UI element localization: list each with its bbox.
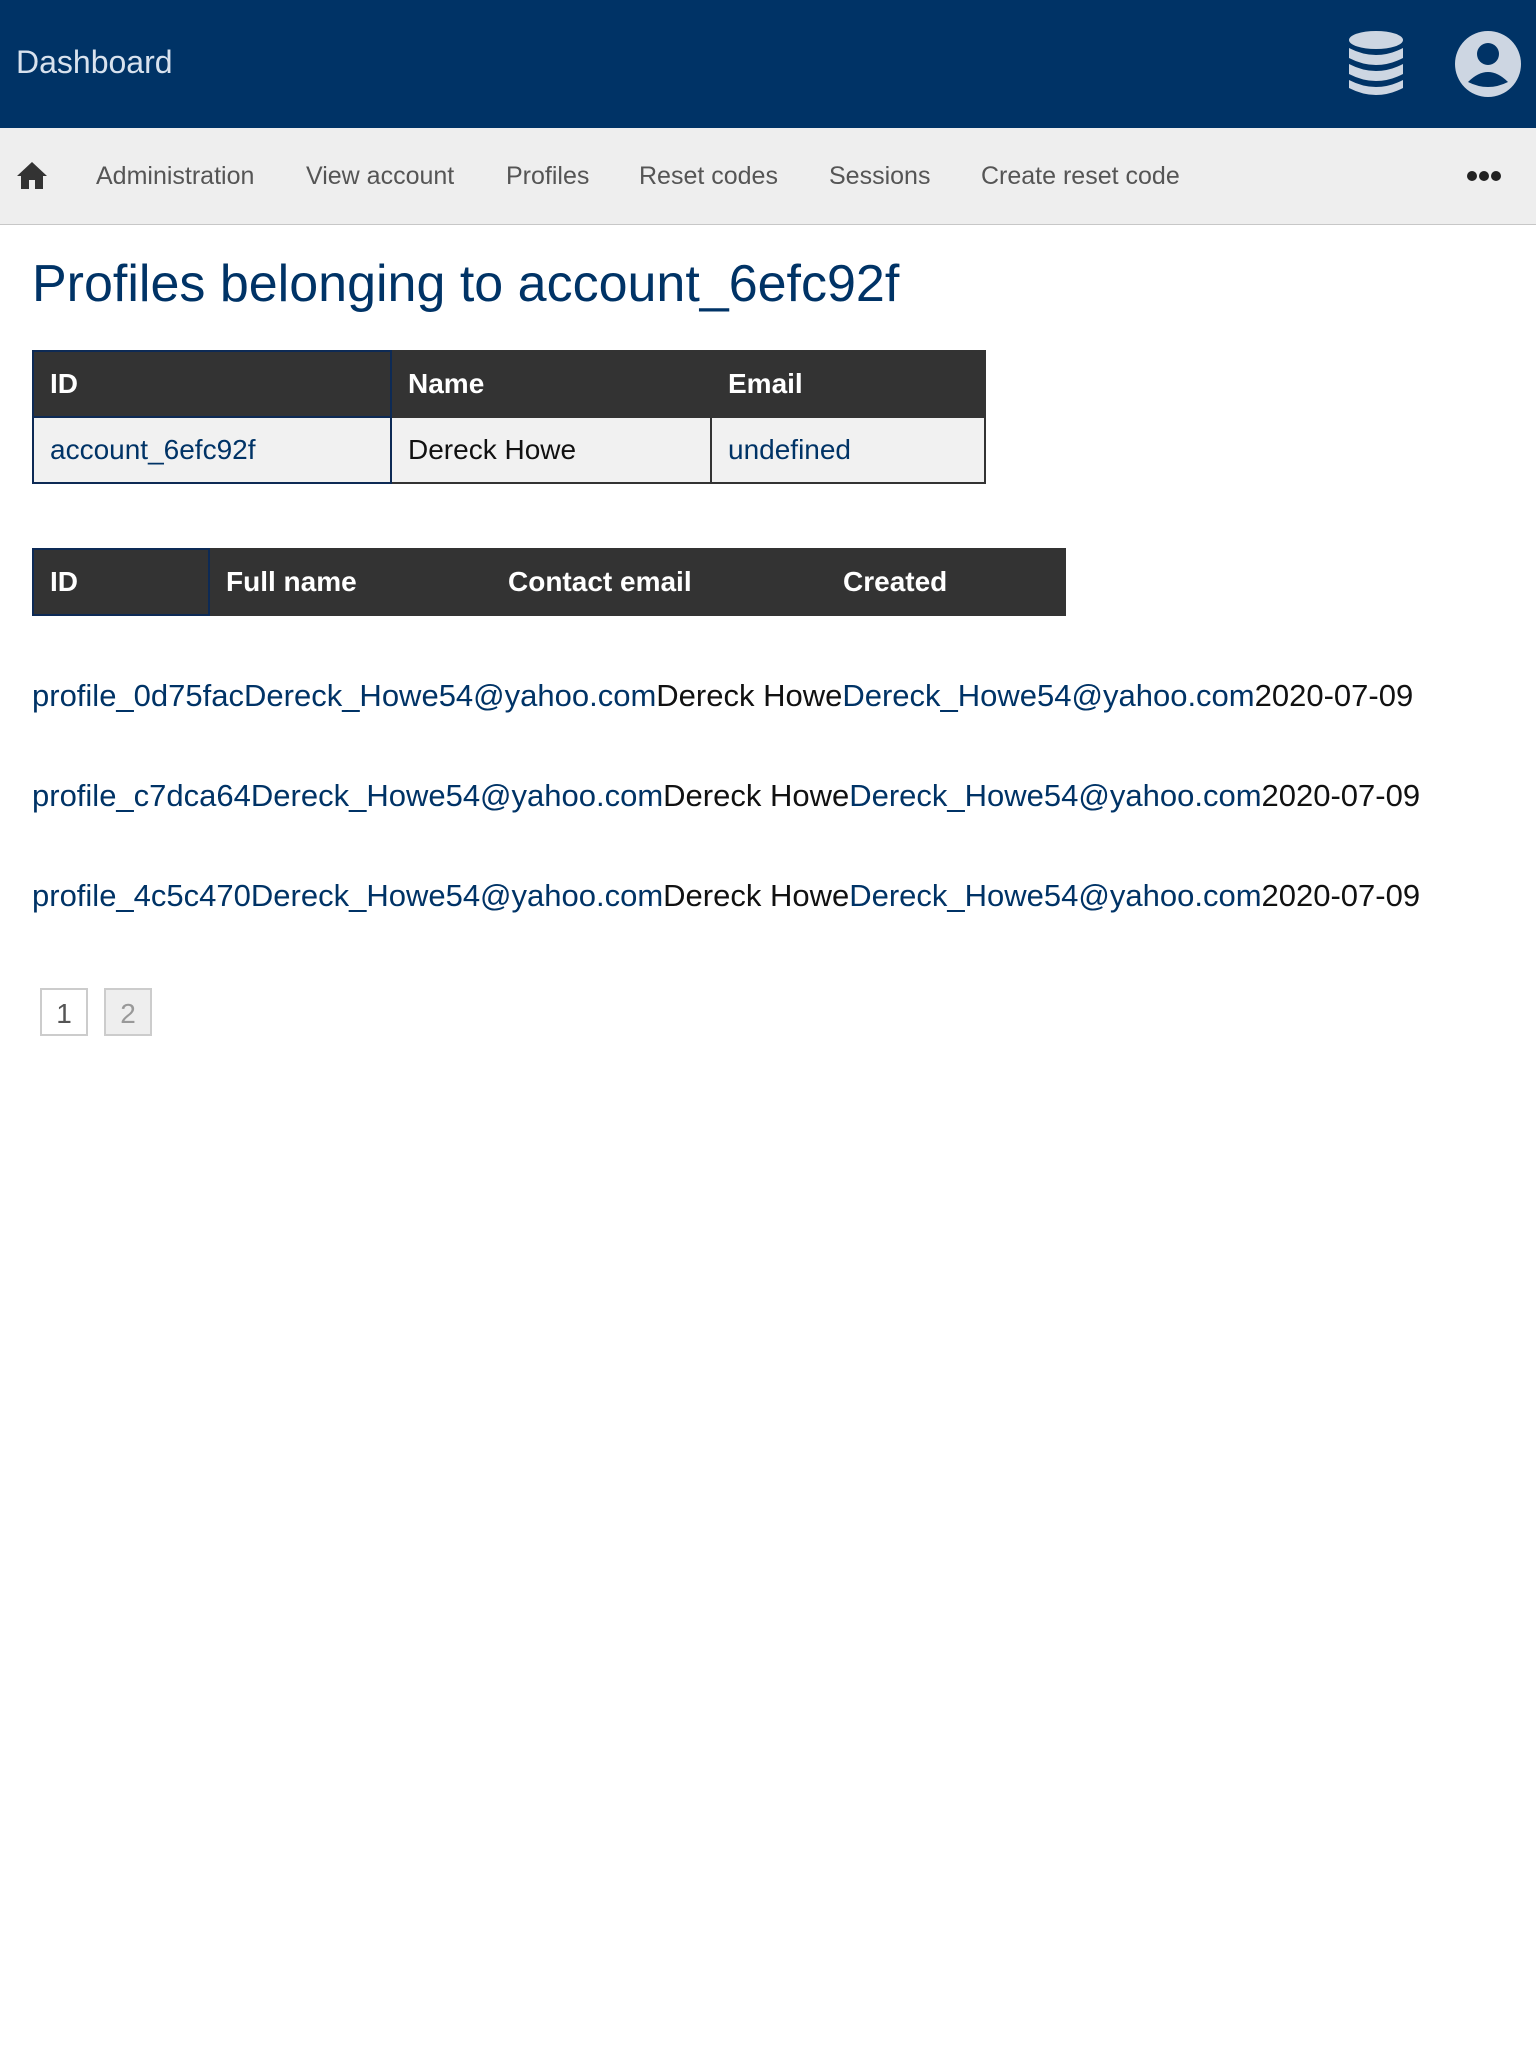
column-header-full-name: Full name bbox=[208, 548, 492, 616]
pagination: 12 bbox=[40, 988, 168, 1036]
page-button-1[interactable]: 1 bbox=[40, 988, 88, 1036]
nav-item-create-reset-code[interactable]: Create reset code bbox=[981, 128, 1180, 224]
profiles-table: ID Full name Contact email Created bbox=[32, 548, 1066, 616]
profile-email-link[interactable]: Dereck_Howe54@yahoo.com bbox=[244, 678, 656, 713]
column-header-contact-email: Contact email bbox=[490, 548, 827, 616]
page-title: Profiles belonging to account_6efc92f bbox=[32, 255, 900, 313]
profile-row: profile_4c5c470Dereck_Howe54@yahoo.comDe… bbox=[32, 876, 1420, 916]
home-icon[interactable] bbox=[16, 160, 48, 190]
column-header-id: ID bbox=[32, 350, 392, 418]
top-header: Dashboard bbox=[0, 0, 1536, 128]
column-header-id: ID bbox=[32, 548, 210, 616]
dashboard-title[interactable]: Dashboard bbox=[16, 0, 173, 124]
nav-item-reset-codes[interactable]: Reset codes bbox=[639, 128, 778, 224]
profile-row: profile_c7dca64Dereck_Howe54@yahoo.comDe… bbox=[32, 776, 1420, 816]
profile-contact-email-link[interactable]: Dereck_Howe54@yahoo.com bbox=[842, 678, 1254, 713]
profile-full-name: Dereck Howe bbox=[656, 678, 843, 713]
account-table: ID Name Email account_6efc92f Dereck How… bbox=[32, 350, 986, 484]
profile-full-name: Dereck Howe bbox=[663, 778, 850, 813]
profile-email-link[interactable]: Dereck_Howe54@yahoo.com bbox=[251, 778, 663, 813]
column-header-name: Name bbox=[390, 350, 712, 418]
database-icon[interactable] bbox=[1346, 30, 1406, 98]
profile-id-link[interactable]: profile_c7dca64 bbox=[32, 778, 251, 813]
column-header-created: Created bbox=[825, 548, 1066, 616]
nav-bar: Administration View account Profiles Res… bbox=[0, 128, 1536, 225]
profile-email-link[interactable]: Dereck_Howe54@yahoo.com bbox=[251, 878, 663, 913]
nav-item-administration[interactable]: Administration bbox=[96, 128, 254, 224]
profile-created-date: 2020-07-09 bbox=[1254, 678, 1414, 713]
profile-created-date: 2020-07-09 bbox=[1261, 778, 1421, 813]
profile-row: profile_0d75facDereck_Howe54@yahoo.comDe… bbox=[32, 676, 1413, 716]
page-button-2[interactable]: 2 bbox=[104, 988, 152, 1036]
profile-created-date: 2020-07-09 bbox=[1261, 878, 1421, 913]
nav-item-view-account[interactable]: View account bbox=[306, 128, 454, 224]
profile-full-name: Dereck Howe bbox=[663, 878, 850, 913]
profile-id-link[interactable]: profile_4c5c470 bbox=[32, 878, 251, 913]
nav-item-profiles[interactable]: Profiles bbox=[506, 128, 589, 224]
account-id-link[interactable]: account_6efc92f bbox=[32, 416, 392, 484]
profile-id-link[interactable]: profile_0d75fac bbox=[32, 678, 244, 713]
table-row: account_6efc92f Dereck Howe undefined bbox=[32, 416, 986, 484]
column-header-email: Email bbox=[710, 350, 986, 418]
profile-contact-email-link[interactable]: Dereck_Howe54@yahoo.com bbox=[849, 778, 1261, 813]
nav-item-sessions[interactable]: Sessions bbox=[829, 128, 930, 224]
account-name: Dereck Howe bbox=[390, 416, 712, 484]
more-horizontal-icon[interactable] bbox=[1466, 170, 1502, 182]
profile-contact-email-link[interactable]: Dereck_Howe54@yahoo.com bbox=[849, 878, 1261, 913]
account-email-link[interactable]: undefined bbox=[710, 416, 986, 484]
user-account-icon[interactable] bbox=[1454, 30, 1522, 98]
